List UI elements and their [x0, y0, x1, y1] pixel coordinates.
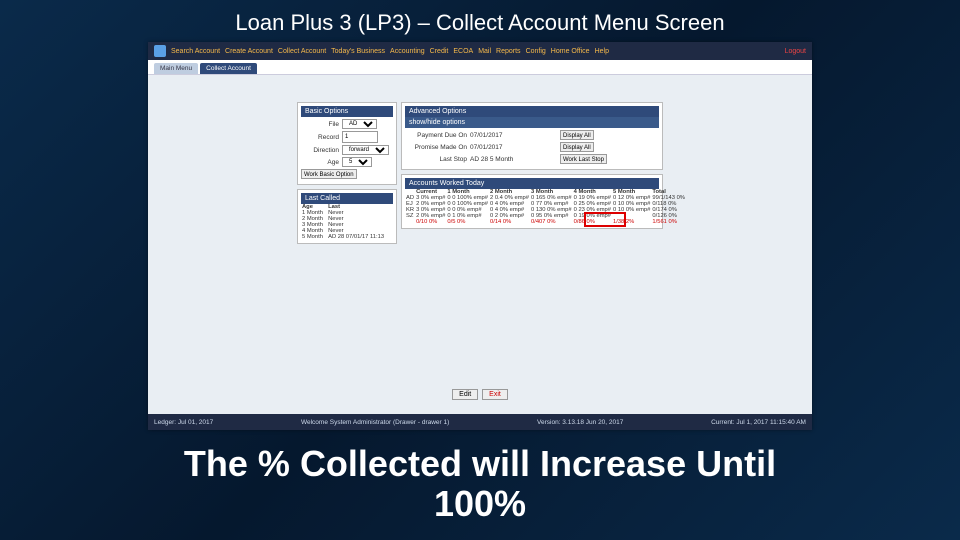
promise-made-label: Promise Made On [405, 144, 467, 151]
app-body: Basic Options FileAD Record Directionfor… [148, 74, 812, 414]
nav-ecoa[interactable]: ECOA [453, 48, 473, 55]
nav-config[interactable]: Config [526, 48, 546, 55]
advanced-options-title: Advanced Options [405, 106, 659, 117]
version-status: Version: 3.13.18 Jun 20, 2017 [537, 419, 623, 426]
bottom-bar: Edit Exit [148, 389, 812, 400]
payment-due-display-button[interactable]: Display All [560, 130, 594, 140]
nav-accounting[interactable]: Accounting [390, 48, 425, 55]
advanced-options-panel: Advanced Options show/hide options Payme… [401, 102, 663, 170]
nav-collect-account[interactable]: Collect Account [278, 48, 326, 55]
nav-help[interactable]: Help [595, 48, 609, 55]
record-label: Record [301, 134, 339, 141]
accounts-worked-title: Accounts Worked Today [405, 178, 659, 189]
nav-credit[interactable]: Credit [430, 48, 449, 55]
table-row: 5 MonthAD 28 07/01/17 11:13 [301, 234, 393, 240]
file-select[interactable]: AD [342, 119, 377, 129]
last-called-panel: Last Called AgeLast 1 MonthNever 2 Month… [297, 189, 397, 244]
age-select[interactable]: 5 [342, 157, 372, 167]
accounts-worked-table: Current 1 Month 2 Month 3 Month 4 Month … [405, 189, 686, 225]
nav-todays-business[interactable]: Today's Business [331, 48, 385, 55]
showhide-toggle[interactable]: show/hide options [405, 117, 659, 128]
last-stop-label: Last Stop [405, 156, 467, 163]
tab-collect-account[interactable]: Collect Account [200, 63, 257, 74]
direction-select[interactable]: forward [342, 145, 389, 155]
totals-row: 0/10 0%0/5 0%0/14 0%0/407 0%0/86 0%1/38 … [405, 219, 686, 225]
accounts-worked-panel: Accounts Worked Today Current 1 Month 2 … [401, 174, 663, 229]
nav-home-office[interactable]: Home Office [551, 48, 590, 55]
last-called-title: Last Called [301, 193, 393, 204]
work-last-stop-button[interactable]: Work Last Stop [560, 154, 607, 164]
last-stop-value: AD 28 5 Month [470, 156, 560, 163]
ledger-status: Ledger: Jul 01, 2017 [154, 419, 213, 426]
direction-label: Direction [301, 147, 339, 154]
app-logo-icon [154, 45, 166, 57]
age-label: Age [301, 159, 339, 166]
last-called-table: AgeLast 1 MonthNever 2 MonthNever 3 Mont… [301, 204, 393, 240]
basic-options-panel: Basic Options FileAD Record Directionfor… [297, 102, 397, 185]
tab-main-menu[interactable]: Main Menu [154, 63, 198, 74]
tab-bar: Main Menu Collect Account [148, 60, 812, 75]
app-header: Search Account Create Account Collect Ac… [148, 42, 812, 60]
work-basic-button[interactable]: Work Basic Option [301, 169, 357, 179]
nav-reports[interactable]: Reports [496, 48, 521, 55]
promise-made-value: 07/01/2017 [470, 144, 560, 151]
payment-due-value: 07/01/2017 [470, 132, 560, 139]
logout-link[interactable]: Logout [785, 48, 806, 55]
exit-button[interactable]: Exit [482, 389, 508, 400]
highlight-box [584, 212, 626, 227]
app-screenshot: Search Account Create Account Collect Ac… [148, 42, 812, 430]
basic-options-title: Basic Options [301, 106, 393, 117]
slide-caption: The % Collected will Increase Until100% [0, 444, 960, 523]
slide-title: Loan Plus 3 (LP3) – Collect Account Menu… [0, 0, 960, 42]
current-time-status: Current: Jul 1, 2017 11:15:40 AM [711, 419, 806, 426]
status-bar: Ledger: Jul 01, 2017 Welcome System Admi… [148, 414, 812, 430]
file-label: File [301, 121, 339, 128]
edit-button[interactable]: Edit [452, 389, 478, 400]
nav-create-account[interactable]: Create Account [225, 48, 273, 55]
payment-due-label: Payment Due On [405, 132, 467, 139]
welcome-status: Welcome System Administrator (Drawer - d… [301, 419, 449, 426]
nav-search-account[interactable]: Search Account [171, 48, 220, 55]
promise-made-display-button[interactable]: Display All [560, 142, 594, 152]
nav-mail[interactable]: Mail [478, 48, 491, 55]
record-input[interactable] [342, 131, 378, 143]
